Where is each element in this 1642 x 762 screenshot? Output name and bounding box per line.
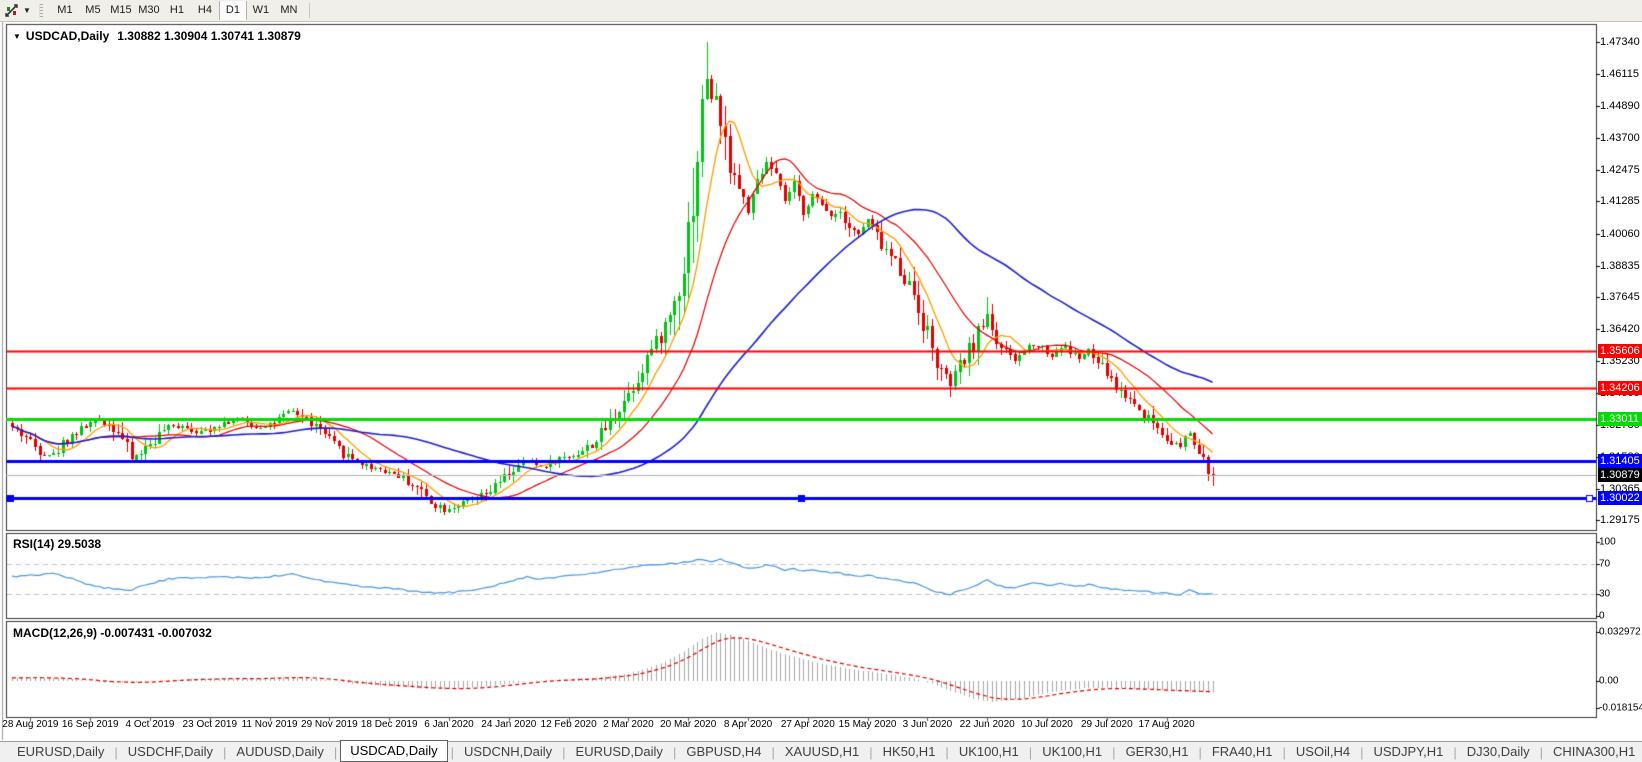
- timeframe-button-h4[interactable]: H4: [191, 1, 219, 20]
- chart-tab-usdchf-daily[interactable]: USDCHF,Daily: [121, 742, 220, 762]
- tab-separator: |: [223, 744, 227, 760]
- tab-separator: |: [672, 744, 677, 760]
- pointer-tool-dropdown-caret[interactable]: ▼: [23, 6, 31, 15]
- chart-tab-uk100-h1[interactable]: UK100,H1: [952, 742, 1026, 762]
- chart-tab-bar: EURUSD,Daily | USDCHF,Daily | AUDUSD,Daily | U…: [0, 739, 1642, 762]
- tab-separator: |: [1539, 744, 1543, 760]
- tab-separator: |: [1453, 744, 1457, 760]
- chart-tab-china300-h1[interactable]: CHINA300,H1: [1546, 742, 1642, 762]
- chart-tab-ger30-h1[interactable]: GER30,H1: [1119, 742, 1196, 762]
- tab-separator: |: [1360, 744, 1364, 760]
- tab-separator: |: [1198, 744, 1202, 760]
- timeframe-button-d1[interactable]: D1: [218, 1, 247, 20]
- chart-tab-xauusd-h1[interactable]: XAUUSD,H1: [778, 742, 866, 762]
- tab-separator: |: [114, 744, 118, 760]
- chart-tab-usoil-h4[interactable]: USOil,H4: [1289, 742, 1357, 762]
- chart-tab-audusd-daily[interactable]: AUDUSD,Daily: [229, 742, 330, 762]
- chart-tab-fra40-h1[interactable]: FRA40,H1: [1205, 742, 1280, 762]
- chart-tab-usdcad-daily[interactable]: USDCAD,Daily: [340, 739, 448, 762]
- timeframe-button-w1[interactable]: W1: [247, 1, 275, 20]
- tab-separator: |: [1112, 744, 1116, 760]
- pointer-tool-icon[interactable]: [3, 3, 21, 19]
- timeframe-button-m5[interactable]: M5: [79, 1, 107, 20]
- toolbar-separator: [308, 3, 310, 18]
- timeframe-button-m1[interactable]: M1: [51, 1, 79, 20]
- tab-separator: |: [771, 744, 775, 760]
- tab-separator: |: [869, 744, 873, 760]
- tab-separator: |: [1282, 744, 1286, 760]
- chart-tab-eurusd-daily[interactable]: EURUSD,Daily: [10, 742, 111, 762]
- toolbar: ▼ M1 M5 M15 M30 H1 H4 D1 W1 MN: [0, 0, 1642, 22]
- tab-separator: |: [333, 744, 338, 760]
- tab-separator: |: [562, 744, 566, 760]
- chart-tab-dj30-daily[interactable]: DJ30,Daily: [1460, 742, 1537, 762]
- chart-tab-gbpusd-h4[interactable]: GBPUSD,H4: [679, 742, 768, 762]
- timeframe-button-m30[interactable]: M30: [135, 1, 163, 20]
- chart-tab-eurusd-daily[interactable]: EURUSD,Daily: [569, 742, 670, 762]
- timeframe-button-group: M1 M5 M15 M30 H1 H4 D1 W1 MN: [51, 1, 303, 20]
- chart-tab-hk50-h1[interactable]: HK50,H1: [876, 742, 943, 762]
- chart-canvas[interactable]: [0, 0, 1642, 761]
- toolbar-drag-grip[interactable]: [38, 3, 43, 18]
- tab-separator: |: [1028, 744, 1033, 760]
- timeframe-button-mn[interactable]: MN: [275, 1, 303, 20]
- tab-separator: |: [450, 744, 455, 760]
- chart-tab-usdjpy-h1[interactable]: USDJPY,H1: [1367, 742, 1451, 762]
- timeframe-button-h1[interactable]: H1: [163, 1, 191, 20]
- chart-tab-usdcnh-daily[interactable]: USDCNH,Daily: [457, 742, 559, 762]
- timeframe-button-m15[interactable]: M15: [107, 1, 135, 20]
- chart-tab-uk100-h1[interactable]: UK100,H1: [1035, 742, 1109, 762]
- tab-separator: |: [945, 744, 949, 760]
